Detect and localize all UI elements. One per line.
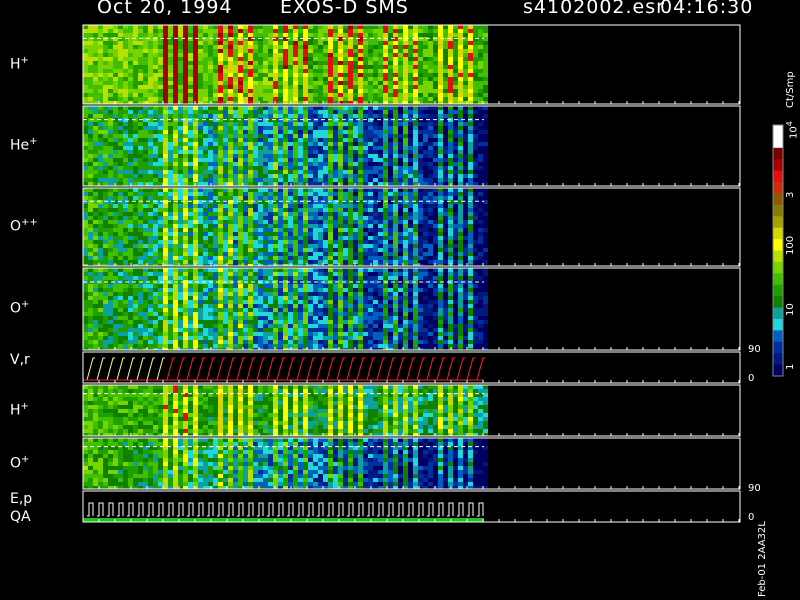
colorbar-label-text: 1 [785, 363, 796, 370]
spectrogram-svg [82, 24, 784, 523]
colorbar-cell [773, 159, 783, 172]
colorbar-cell [773, 216, 783, 229]
panel-4-label: O+ [10, 299, 29, 317]
panel-2-data [83, 106, 488, 186]
colorbar-cell [773, 170, 783, 183]
colorbar-cell [773, 296, 783, 309]
panel-label-text: O [10, 218, 22, 235]
colorbar-cell [773, 204, 783, 217]
colorbar-label-text: 100 [785, 235, 796, 255]
colorbar-label: 104 [785, 121, 799, 139]
colorbar-label: 3 [785, 192, 796, 198]
colorbar-cell [773, 227, 783, 240]
panel-label-sup: ++ [21, 217, 38, 228]
panel-5-bg [83, 352, 484, 383]
colorbar-cell [773, 353, 783, 366]
panel-7-data [83, 438, 488, 489]
panel-label-text: He [10, 137, 30, 154]
colorbar-label: 1 [785, 364, 796, 370]
colorbar-cell [773, 318, 783, 331]
qa-bar [83, 518, 484, 522]
colorbar-label-sup: 4 [785, 121, 794, 127]
panel-8-label: E,p [10, 491, 32, 507]
panel-8-right-max: 90 [748, 483, 761, 494]
panel-4-data [83, 268, 488, 350]
panel-6-data [83, 385, 488, 436]
colorbar-cell [773, 147, 783, 160]
panel-5-right-min: 0 [748, 373, 755, 384]
panel-label-text: H [10, 56, 21, 73]
panel-label-sup: + [29, 136, 38, 147]
colorbar-label: 10 [785, 303, 796, 316]
panel-5-right-max: 90 [748, 344, 761, 355]
panel-label-text: E,p [10, 491, 33, 507]
colorbar-cell [773, 239, 783, 251]
colorbar-cell [773, 193, 783, 206]
colorbar-label: 100 [785, 236, 796, 255]
panel-3-data [83, 188, 488, 266]
colorbar-cell [773, 330, 783, 343]
panel-7-label: O+ [10, 454, 29, 472]
colorbar-cell [773, 125, 783, 137]
panel-3-label: O++ [10, 217, 38, 235]
colorbar-unit: Ct/Smp [785, 71, 796, 108]
panel-8-label2: QA [10, 509, 31, 525]
colorbar-cell [773, 261, 783, 274]
panel-label-sup: + [21, 453, 30, 465]
panel-1-label: H+ [10, 55, 29, 73]
colorbar-cell [773, 307, 783, 320]
colorbar-label-text: 3 [785, 191, 796, 198]
colorbar-cell [773, 182, 783, 194]
colorbar-label-text: 10 [788, 126, 800, 139]
colorbar-cell [773, 364, 783, 377]
panel-label-sup: + [20, 54, 29, 66]
panel-label-text: O [10, 455, 22, 472]
colorbar-cell [773, 273, 783, 286]
panel-6-label: H+ [10, 401, 29, 419]
colorbar-cell [773, 136, 783, 149]
panel-8-right-min: 0 [748, 512, 755, 523]
panel-5-label: V,r [10, 352, 30, 368]
creation-stamp: Feb-01 2AA32L [757, 521, 768, 597]
colorbar-label-text: 10 [785, 303, 796, 316]
panel-1-data [83, 25, 488, 104]
colorbar-cell [773, 341, 783, 354]
panel-label-text: O [10, 300, 22, 317]
colorbar-cell [773, 250, 783, 263]
panel-2-label: He+ [10, 136, 38, 154]
panel-label-sup: + [21, 299, 30, 310]
panel-label-text: V,r [10, 352, 30, 368]
panel-label-text: H [10, 402, 21, 419]
panel-label-sup: + [20, 400, 29, 412]
colorbar-cell [773, 284, 783, 297]
